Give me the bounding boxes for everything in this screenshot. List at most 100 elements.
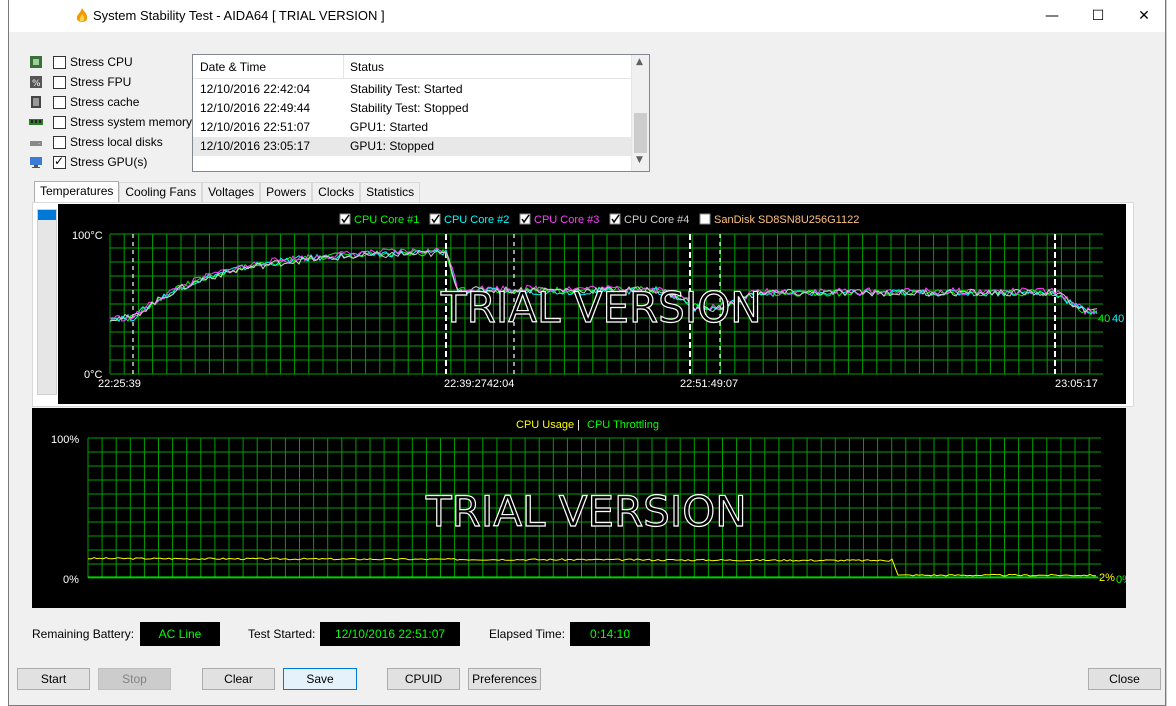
stress-disks-checkbox[interactable]: [53, 135, 66, 149]
stress-memory-option[interactable]: Stress system memory: [29, 113, 192, 131]
legend-cpu-usage: CPU Usage: [516, 419, 574, 431]
battery-value: AC Line: [140, 622, 220, 646]
stress-fpu-label: Stress FPU: [70, 75, 132, 89]
stress-cpu-checkbox[interactable]: [53, 55, 66, 69]
x-label-end: 23:05:17: [1055, 378, 1098, 390]
stress-disks-label: Stress local disks: [70, 135, 163, 149]
svg-text:%: %: [32, 79, 41, 89]
disk-icon: [30, 141, 42, 146]
window-title: System Stability Test - AIDA64 [ TRIAL V…: [93, 8, 385, 23]
temperature-chart: CPU Core #1 CPU Core #2 CPU Core #3 CPU Cor…: [58, 204, 1126, 404]
legend-label: SanDisk SD8SN8U256G1122: [714, 214, 859, 226]
battery-label: Remaining Battery:: [32, 627, 135, 641]
save-button[interactable]: Save: [283, 668, 357, 690]
scroll-up-icon[interactable]: ▲: [636, 57, 643, 67]
trial-watermark: TRIAL VERSION: [425, 487, 747, 536]
log-datetime: 12/10/2016 23:05:17: [200, 139, 311, 153]
legend-label: CPU Core #1: [354, 214, 419, 226]
stress-cache-option[interactable]: Stress cache: [29, 93, 139, 111]
tab-temperatures[interactable]: Temperatures: [34, 181, 120, 203]
stress-gpu-label: Stress GPU(s): [70, 155, 148, 169]
memory-icon: [29, 119, 43, 125]
legend-label: CPU Core #4: [624, 214, 689, 226]
minimize-button[interactable]: —: [1029, 0, 1075, 32]
trial-watermark: TRIAL VERSION: [440, 283, 762, 332]
scroll-thumb[interactable]: [634, 113, 647, 153]
test-started-label: Test Started:: [248, 627, 316, 641]
elapsed-time-label: Elapsed Time:: [489, 627, 566, 641]
legend-label: CPU Core #2: [444, 214, 509, 226]
flame-icon: [76, 8, 88, 22]
cpu-usage-line: [87, 557, 1097, 577]
x-label-start: 22:25:39: [98, 378, 141, 390]
close-window-button[interactable]: ✕: [1121, 0, 1167, 32]
title-bar[interactable]: System Stability Test - AIDA64 [ TRIAL V…: [9, 0, 1165, 32]
legend-cpu-throttling: CPU Throttling: [587, 419, 659, 431]
event-log-table[interactable]: Date & Time Status 12/10/2016 22:42:04 S…: [192, 54, 650, 172]
stress-fpu-checkbox[interactable]: [53, 75, 66, 89]
preferences-button[interactable]: Preferences: [468, 668, 541, 690]
usage-y-max-label: 100%: [51, 434, 79, 446]
log-row[interactable]: 12/10/2016 23:05:17 GPU1: Stopped: [193, 137, 631, 156]
log-scrollbar[interactable]: ▲ ▼: [631, 55, 649, 171]
current-temp-a: 40: [1098, 313, 1110, 325]
log-status: GPU1: Stopped: [350, 139, 435, 153]
log-header: Date & Time Status: [193, 55, 631, 79]
gpu-icon: [30, 157, 42, 168]
usage-y-min-label: 0%: [63, 574, 79, 586]
stability-test-window: System Stability Test - AIDA64 [ TRIAL V…: [8, 0, 1166, 706]
log-datetime: 12/10/2016 22:51:07: [200, 120, 311, 134]
log-status: GPU1: Started: [350, 120, 429, 134]
log-datetime: 12/10/2016 22:42:04: [200, 82, 311, 96]
legend-checkbox: [699, 213, 711, 225]
tab-powers[interactable]: Powers: [260, 182, 313, 203]
tab-statistics[interactable]: Statistics: [360, 182, 421, 203]
x-label-mid1: 22:39:2742:04: [444, 378, 514, 390]
log-datetime: 12/10/2016 22:49:44: [200, 101, 311, 115]
current-usage-label: 2%: [1099, 572, 1115, 584]
current-temp-b: 40: [1112, 313, 1124, 325]
legend-label: CPU Core #3: [534, 214, 599, 226]
log-status: Stability Test: Started: [350, 82, 463, 96]
close-button[interactable]: Close: [1088, 668, 1161, 690]
stop-button[interactable]: Stop: [98, 668, 171, 690]
test-started-value: 12/10/2016 22:51:07: [320, 622, 460, 646]
column-header-datetime[interactable]: Date & Time: [200, 60, 266, 74]
cpu-icon: [30, 56, 42, 68]
legend-separator: |: [577, 419, 580, 431]
stress-gpu-option[interactable]: Stress GPU(s): [29, 153, 147, 171]
stress-cpu-label: Stress CPU: [70, 55, 133, 69]
maximize-button[interactable]: ☐: [1075, 0, 1121, 32]
cache-icon: [31, 96, 41, 108]
stress-cache-checkbox[interactable]: [53, 95, 66, 109]
chart-tabs: Temperatures Cooling Fans Voltages Power…: [34, 181, 421, 203]
x-label-mid2: 22:51:49:07: [680, 378, 738, 390]
stress-gpu-checkbox[interactable]: [53, 154, 66, 169]
stress-memory-label: Stress system memory: [70, 115, 193, 129]
stress-cache-label: Stress cache: [70, 95, 140, 109]
start-button[interactable]: Start: [17, 668, 90, 690]
current-throttle-label: 0%: [1116, 574, 1126, 586]
log-status: Stability Test: Stopped: [350, 101, 469, 115]
chart-scroll-slider[interactable]: [37, 209, 57, 395]
background-window-right: [1166, 0, 1176, 706]
elapsed-time-value: 0:14:10: [570, 622, 650, 646]
scroll-down-icon[interactable]: ▼: [636, 155, 643, 165]
stress-cpu-option[interactable]: Stress CPU: [29, 53, 133, 71]
fpu-icon: %: [30, 76, 42, 89]
stress-disks-option[interactable]: Stress local disks: [29, 133, 163, 151]
tab-cooling-fans[interactable]: Cooling Fans: [119, 182, 203, 203]
cpuid-button[interactable]: CPUID: [387, 668, 460, 690]
y-max-label: 100°C: [72, 230, 103, 242]
log-row[interactable]: 12/10/2016 22:42:04 Stability Test: Star…: [193, 80, 631, 99]
log-row[interactable]: 12/10/2016 22:51:07 GPU1: Started: [193, 118, 631, 137]
tab-clocks[interactable]: Clocks: [312, 182, 361, 203]
slider-thumb[interactable]: [38, 210, 56, 220]
tab-voltages[interactable]: Voltages: [202, 182, 261, 203]
stress-fpu-option[interactable]: % Stress FPU: [29, 73, 131, 91]
clear-button[interactable]: Clear: [202, 668, 275, 690]
column-header-status[interactable]: Status: [350, 60, 384, 74]
log-row[interactable]: 12/10/2016 22:49:44 Stability Test: Stop…: [193, 99, 631, 118]
stress-memory-checkbox[interactable]: [53, 115, 66, 129]
cpu-usage-chart: CPU Usage | CPU Throttling 100% 0% TRIAL…: [32, 408, 1126, 608]
